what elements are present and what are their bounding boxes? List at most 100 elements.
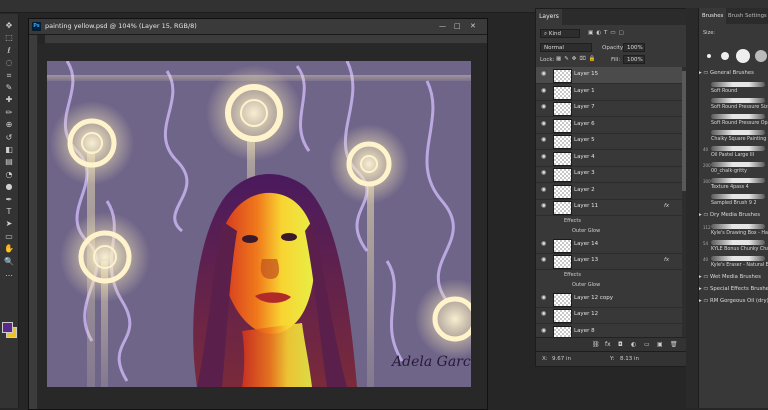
layer-row[interactable]: ◉ Layer 7 — [536, 100, 682, 117]
tab-brush-settings[interactable]: Brush Settings — [725, 8, 768, 24]
vertical-ruler[interactable] — [29, 35, 38, 409]
maximize-icon[interactable]: □ — [454, 22, 461, 30]
horizontal-ruler[interactable] — [45, 35, 487, 44]
eye-icon[interactable]: ◉ — [541, 327, 548, 334]
layer-name[interactable]: Layer 13 — [574, 257, 598, 263]
collapsed-dock[interactable] — [686, 8, 698, 408]
layer-name[interactable]: Layer 8 — [574, 328, 595, 334]
layer-row[interactable]: ◉ Layer 11 fx — [536, 199, 682, 216]
layer-thumbnail[interactable] — [553, 69, 572, 83]
brush-group-dry-media[interactable]: ▸ ▭ Dry Media Brushes — [699, 212, 768, 222]
layer-row[interactable]: ◉ Layer 4 — [536, 150, 682, 167]
eye-icon[interactable]: ◉ — [541, 71, 548, 77]
quick-select-icon[interactable]: ◌ — [3, 57, 15, 68]
recent-brush-tips[interactable] — [701, 48, 768, 64]
layer-name[interactable]: Layer 5 — [574, 137, 595, 143]
filter-icons[interactable]: ▣◐T▭▢ — [588, 30, 627, 36]
brush-icon[interactable]: ✏ — [3, 107, 15, 118]
eye-icon[interactable]: ◉ — [541, 240, 548, 247]
marquee-icon[interactable]: ⬚ — [3, 32, 15, 43]
layer-thumbnail[interactable] — [553, 151, 572, 166]
brush-stroke-preview[interactable] — [711, 224, 765, 229]
layer-row[interactable]: ◉ Layer 15 — [536, 67, 682, 84]
trash-icon[interactable]: 🗑 — [670, 341, 678, 348]
move-icon[interactable]: ✥ — [3, 20, 15, 31]
layer-name[interactable]: Layer 11 — [574, 203, 598, 209]
layer-thumbnail[interactable] — [553, 201, 572, 215]
brush-group-other[interactable]: ▸ ▭ Special Effects Brushes — [699, 286, 768, 296]
type-icon[interactable]: T — [3, 206, 15, 217]
layers-tab[interactable]: Layers — [536, 9, 562, 25]
brush-name[interactable]: Oil Pastel Large III — [711, 153, 754, 158]
eye-icon[interactable]: ◉ — [541, 87, 548, 94]
layer-name[interactable]: Layer 3 — [574, 170, 595, 176]
mask-icon[interactable]: ◘ — [618, 341, 623, 348]
zoom-icon[interactable]: 🔍 — [3, 256, 15, 267]
gradient-icon[interactable]: ▤ — [3, 156, 15, 167]
layer-row[interactable]: ◉ Layer 5 — [536, 133, 682, 150]
eye-icon[interactable]: ◉ — [541, 257, 548, 263]
brush-name[interactable]: Soft Round — [711, 89, 737, 94]
brush-stroke-preview[interactable] — [711, 178, 765, 183]
eye-icon[interactable]: ◉ — [541, 120, 548, 127]
layer-row[interactable]: ◉ Layer 13 fx — [536, 253, 682, 270]
layer-thumbnail[interactable] — [553, 184, 572, 199]
layer-row[interactable]: ◉ Layer 3 — [536, 166, 682, 183]
path-select-icon[interactable]: ➤ — [3, 218, 15, 229]
eye-icon[interactable]: ◉ — [541, 294, 548, 301]
brush-stroke-preview[interactable] — [711, 194, 765, 199]
layer-row[interactable]: ◉ Layer 1 — [536, 84, 682, 101]
minimize-icon[interactable]: — — [439, 22, 446, 30]
kind-filter-select[interactable]: ⌕ Kind — [540, 29, 580, 38]
blur-icon[interactable]: ◔ — [3, 169, 15, 180]
layer-name[interactable]: Layer 1 — [574, 88, 595, 94]
eye-icon[interactable]: ◉ — [541, 104, 548, 110]
history-brush-icon[interactable]: ↺ — [3, 132, 15, 143]
adjustment-icon[interactable]: ◐ — [631, 341, 636, 348]
new-layer-icon[interactable]: ▣ — [657, 341, 663, 348]
stamp-icon[interactable]: ⊕ — [3, 119, 15, 130]
layer-row[interactable]: ◉ Layer 2 — [536, 183, 682, 200]
layer-thumbnail[interactable] — [553, 85, 572, 100]
brush-stroke-preview[interactable] — [711, 114, 765, 119]
brush-group-other[interactable]: ▸ ▭ Wet Media Brushes — [699, 274, 768, 284]
pen-icon[interactable]: ✒ — [3, 194, 15, 205]
effects-row[interactable]: Effects — [536, 270, 682, 280]
brush-group-other[interactable]: ▸ ▭ RM Gorgeous Oil (dry) — [699, 298, 768, 308]
folder-icon[interactable]: ▭ — [644, 341, 650, 348]
layer-row[interactable]: ◉ Layer 12 copy — [536, 291, 682, 308]
layer-row[interactable]: ◉ Layer 14 — [536, 237, 682, 254]
hand-icon[interactable]: ✋ — [3, 243, 15, 254]
tab-brushes[interactable]: Brushes — [699, 8, 727, 24]
artwork-canvas[interactable]: Adela Garcia — [47, 61, 471, 387]
dodge-icon[interactable]: ● — [3, 181, 15, 192]
layer-name[interactable]: Layer 6 — [574, 121, 595, 127]
brush-stroke-preview[interactable] — [711, 98, 765, 103]
outer-glow-row[interactable]: Outer Glow — [536, 226, 682, 236]
link-icon[interactable]: ⛓ — [592, 341, 600, 348]
brush-name[interactable]: 00_chalk-gritty — [711, 169, 747, 174]
healing-icon[interactable]: ✚ — [3, 94, 15, 105]
opacity-input[interactable]: 100% — [623, 43, 645, 52]
foreground-color-swatch[interactable] — [2, 322, 13, 333]
layer-name[interactable]: Layer 15 — [574, 71, 598, 77]
brush-stroke-preview[interactable] — [711, 130, 765, 135]
brush-name[interactable]: Soft Round Pressure Opacity — [711, 121, 768, 126]
document-tab[interactable]: Ps painting yellow.psd @ 104% (Layer 15,… — [29, 19, 487, 35]
brush-stroke-preview[interactable] — [711, 82, 765, 87]
effects-row[interactable]: Effects — [536, 216, 682, 226]
brush-name[interactable]: KYLE Bonus Chunky Charcoal — [711, 247, 768, 252]
layer-thumbnail[interactable] — [553, 238, 572, 253]
brush-name[interactable]: Texture 4pass 4 — [711, 185, 749, 190]
lock-icons[interactable]: ▦✎✥⌧🔒 — [556, 56, 599, 62]
layer-name[interactable]: Layer 12 — [574, 311, 598, 317]
layer-row[interactable]: ◉ Layer 6 — [536, 117, 682, 134]
lasso-icon[interactable]: ℓ — [3, 45, 15, 56]
brush-stroke-preview[interactable] — [711, 162, 765, 167]
brush-group-general[interactable]: ▸ ▭ General Brushes — [699, 70, 768, 80]
brush-stroke-preview[interactable] — [711, 146, 765, 151]
fx-icon[interactable]: fx — [664, 203, 669, 209]
brush-name[interactable]: Sampled Brush 9 2 — [711, 201, 757, 206]
brush-name[interactable]: Soft Round Pressure Size — [711, 105, 768, 110]
layer-thumbnail[interactable] — [553, 118, 572, 133]
